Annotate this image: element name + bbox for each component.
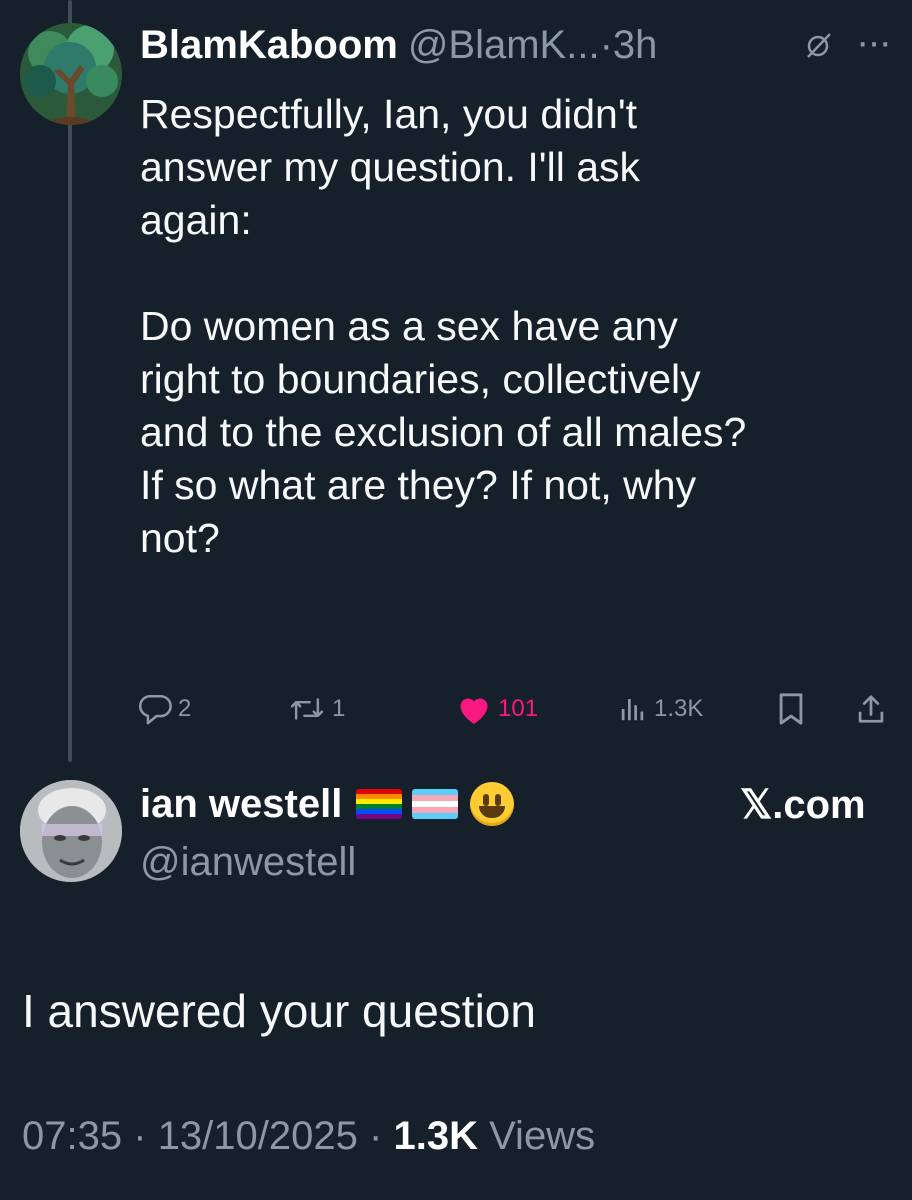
reply-tweet-header: BlamKaboom @BlamK... · 3h ··· [140, 16, 900, 74]
body-line: and to the exclusion of all males? [140, 409, 747, 455]
heart-icon [460, 698, 488, 724]
rainbow-flag-icon [356, 789, 403, 819]
separator-dot: · [599, 22, 613, 67]
reply-button[interactable]: 2 [138, 686, 191, 732]
tweet-metadata: 07:35 · 13/10/2025 · 1.3K Views [22, 1114, 595, 1159]
repost-count: 1 [332, 695, 346, 722]
reply-icon [138, 694, 172, 725]
avatar-ianwestell[interactable] [20, 780, 122, 882]
views-label: Views [489, 1114, 596, 1158]
body-line: right to boundaries, collectively [140, 356, 701, 402]
separator-dot: · [369, 1114, 383, 1158]
body-line: Do women as a sex have any [140, 303, 678, 349]
like-count: 101 [498, 695, 539, 722]
analytics-icon [621, 699, 644, 721]
separator-dot: · [133, 1114, 147, 1158]
body-line: If so what are they? If not, why [140, 462, 697, 508]
source-watermark: 𝕏.com [740, 783, 866, 827]
share-button[interactable] [856, 686, 886, 732]
author-name[interactable]: ian westell [140, 782, 342, 827]
smiley-emoji-icon [470, 782, 515, 826]
bookmark-icon [779, 693, 803, 725]
author-name[interactable]: BlamKaboom [140, 23, 398, 68]
views-count[interactable]: 1.3K [393, 1114, 478, 1158]
bookmark-button[interactable] [776, 686, 806, 732]
repost-button[interactable]: 1 [288, 686, 345, 732]
grok-icon[interactable] [804, 30, 834, 68]
name-badges [356, 782, 515, 826]
views-count: 1.3K [654, 695, 704, 722]
author-handle[interactable]: @ianwestell [140, 840, 356, 885]
body-line: again: [140, 197, 252, 243]
tweet-time[interactable]: 3h [613, 23, 658, 68]
tweet-time[interactable]: 07:35 [22, 1114, 122, 1158]
more-options-icon[interactable]: ··· [856, 20, 892, 65]
tweet-date[interactable]: 13/10/2025 [158, 1114, 358, 1158]
reply-count: 2 [178, 695, 192, 722]
body-line: Respectfully, Ian, you didn't [140, 91, 638, 137]
tweet-actions-bar: 2 1 101 1.3K [138, 686, 898, 732]
main-tweet-header: ian westell [140, 774, 515, 834]
body-line: answer my question. I'll ask [140, 144, 641, 190]
transgender-flag-icon [412, 789, 459, 819]
author-handle[interactable]: @BlamK... [408, 23, 600, 68]
repost-icon [290, 698, 324, 720]
views-button[interactable]: 1.3K [618, 686, 703, 732]
like-button[interactable]: 101 [456, 686, 538, 732]
share-icon [858, 695, 884, 723]
reply-tweet-body: Respectfully, Ian, you didn't answer my … [140, 88, 890, 565]
avatar-blamkaboom[interactable] [20, 23, 122, 125]
body-line: not? [140, 515, 220, 561]
main-tweet-body: I answered your question [22, 985, 536, 1037]
